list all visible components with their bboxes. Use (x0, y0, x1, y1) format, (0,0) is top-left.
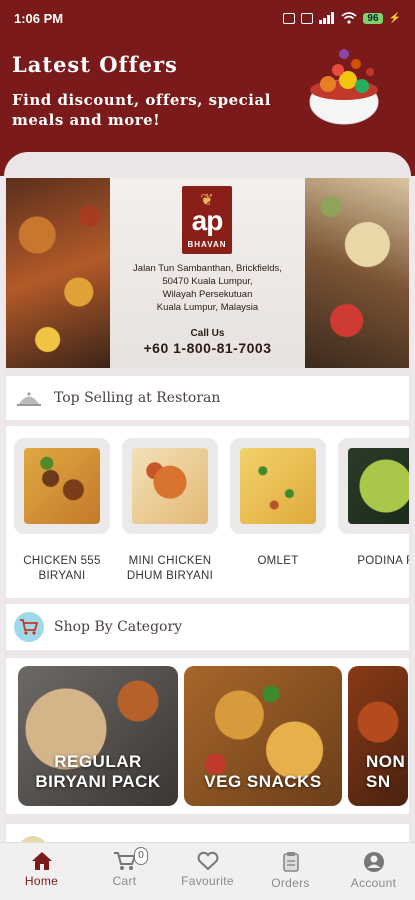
category-card[interactable]: VEG SNACKS (184, 666, 342, 806)
product-card[interactable]: PODINA R (338, 438, 409, 569)
category-cart-icon (14, 612, 44, 642)
status-icons: 96 ⚡ (283, 12, 401, 24)
cart-icon (113, 852, 136, 870)
bottom-navigation: Home 0 Cart Favourite Orders Account (0, 842, 415, 900)
address-line: Jalan Tun Sambanthan, Brickfields, (133, 263, 282, 274)
content-sheet: ❦ ap BHAVAN Jalan Tun Sambanthan, Brickf… (4, 152, 411, 852)
product-name: CHICKEN 555 BIRYANI (23, 555, 101, 582)
banner-info: ❦ ap BHAVAN Jalan Tun Sambanthan, Brickf… (110, 178, 305, 368)
cart-count-badge: 0 (134, 847, 148, 865)
nav-label: Home (24, 874, 59, 888)
section-title: Top Selling at Restoran (54, 390, 221, 406)
product-card[interactable]: MINI CHICKEN DHUM BIRYANI (122, 438, 218, 584)
nav-label: Account (350, 876, 397, 890)
banner-food-image-left (6, 178, 110, 368)
category-list: REGULAR BIRYANI PACK VEG SNACKS NON SN (6, 658, 409, 814)
banner-food-image-right (305, 178, 409, 368)
battery-indicator: 96 (363, 12, 383, 24)
product-image-frame (338, 438, 409, 534)
product-card[interactable]: CHICKEN 555 BIRYANI (14, 438, 110, 584)
logo-subtext: BHAVAN (187, 240, 227, 249)
cloche-icon (14, 383, 44, 413)
notification-icon (283, 12, 296, 24)
top-selling-header: Top Selling at Restoran (6, 376, 409, 420)
phone-number[interactable]: +60 1-800-81-7003 (110, 340, 305, 356)
orders-icon (282, 852, 299, 872)
nav-cart[interactable]: 0 Cart (83, 843, 166, 900)
restaurant-banner[interactable]: ❦ ap BHAVAN Jalan Tun Sambanthan, Brickf… (6, 178, 409, 368)
header-subtitle: Find discount, offers, special meals and… (12, 91, 271, 129)
product-image (24, 448, 100, 524)
nav-orders[interactable]: Orders (249, 843, 332, 900)
address-line: Kuala Lumpur, Malaysia (156, 302, 259, 313)
nav-favourite[interactable]: Favourite (166, 843, 249, 900)
product-name: OMLET (257, 555, 299, 567)
home-icon (31, 852, 52, 870)
app-notification-icon (301, 12, 314, 24)
status-bar: 1:06 PM 96 ⚡ (0, 0, 415, 36)
top-selling-list: CHICKEN 555 BIRYANI MINI CHICKEN DHUM BI… (6, 426, 409, 598)
product-name: MINI CHICKEN DHUM BIRYANI (126, 555, 214, 582)
restaurant-logo: ❦ ap BHAVAN (182, 186, 232, 254)
category-name: REGULAR BIRYANI PACK (35, 752, 161, 791)
address-line: 50470 Kuala Lumpur, (162, 276, 253, 287)
category-name: VEG SNACKS (204, 772, 322, 791)
status-time: 1:06 PM (14, 10, 64, 26)
product-image-frame (14, 438, 110, 534)
address-line: Wilayah Persekutuan (162, 289, 253, 300)
logo-text: ap (191, 205, 224, 236)
shop-by-category-header: Shop By Category (6, 604, 409, 650)
food-bowl-illustration (309, 49, 379, 125)
charging-icon: ⚡ (388, 12, 401, 24)
product-image-frame (122, 438, 218, 534)
signal-icon (319, 12, 335, 24)
nav-home[interactable]: Home (0, 843, 83, 900)
restaurant-address: Jalan Tun Sambanthan, Brickfields, 50470… (116, 262, 299, 314)
nav-account[interactable]: Account (332, 843, 415, 900)
category-name: NON SN (366, 752, 406, 791)
nav-label: Cart (112, 874, 137, 888)
product-card[interactable]: OMLET (230, 438, 326, 569)
product-name: PODINA R (357, 555, 409, 567)
category-card[interactable]: NON SN (348, 666, 408, 806)
product-image (348, 448, 409, 524)
product-image (240, 448, 316, 524)
product-image (132, 448, 208, 524)
category-card[interactable]: REGULAR BIRYANI PACK (18, 666, 178, 806)
nav-label: Favourite (181, 874, 234, 888)
product-image-frame (230, 438, 326, 534)
section-title: Shop By Category (54, 619, 183, 635)
nav-label: Orders (271, 876, 310, 890)
header-title: Latest Offers (12, 52, 178, 77)
account-icon (363, 852, 384, 872)
call-label: Call Us (190, 328, 225, 339)
heart-icon (197, 851, 218, 871)
wifi-icon (341, 12, 357, 24)
